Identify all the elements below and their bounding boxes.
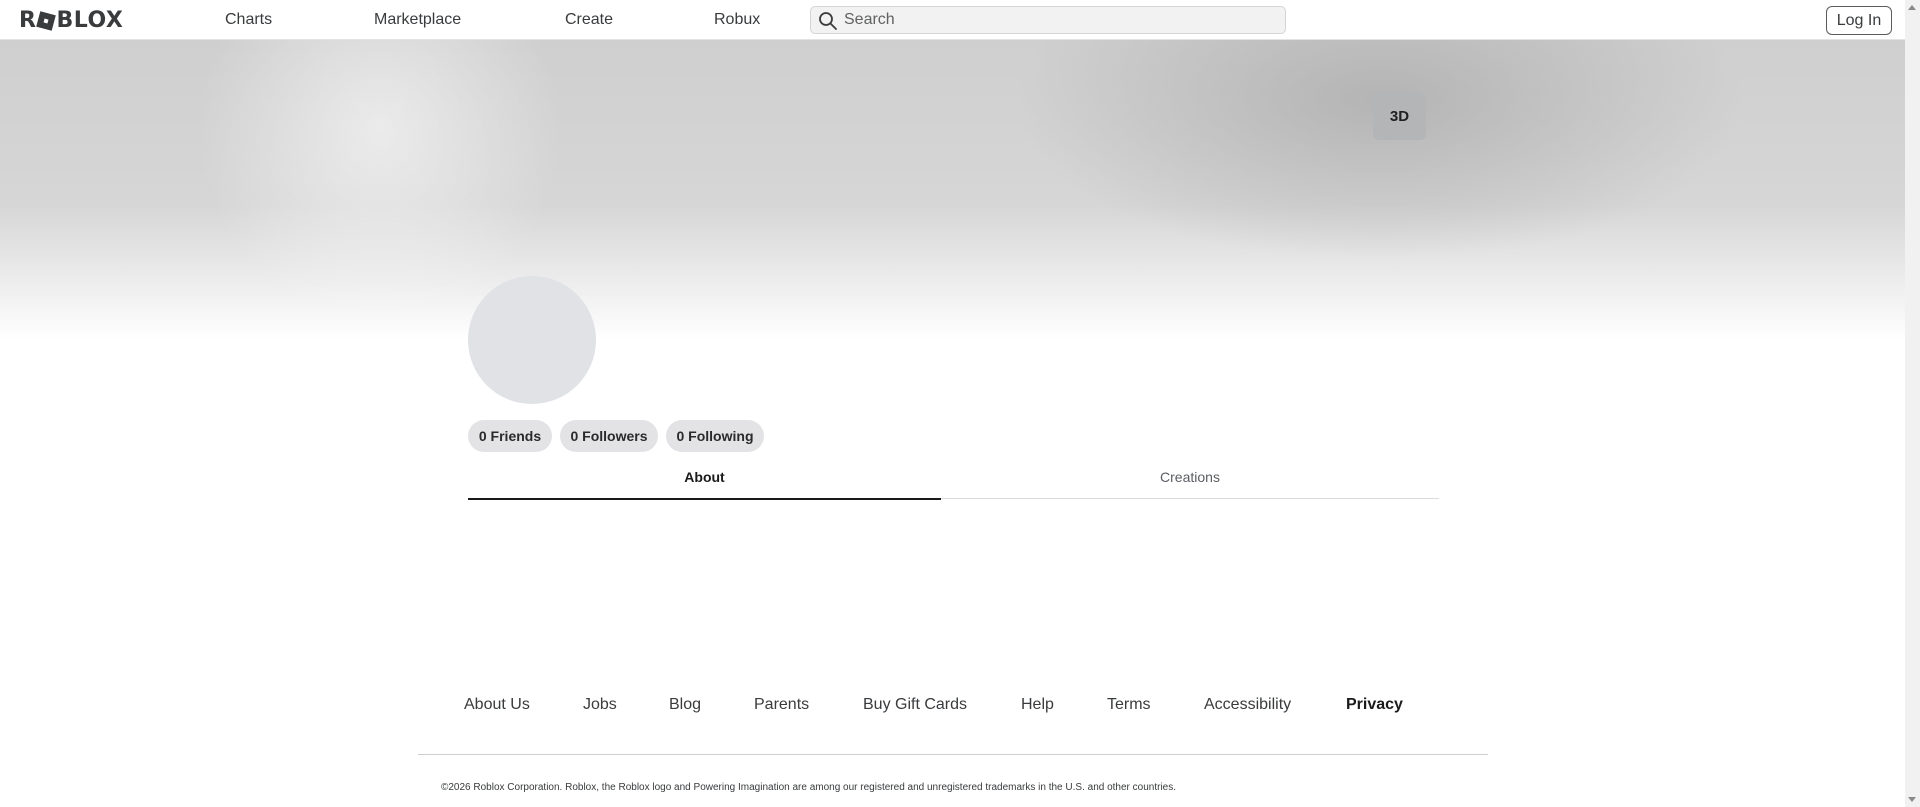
page-scrollbar[interactable]	[1905, 0, 1920, 807]
view-3d-button[interactable]: 3D	[1373, 92, 1426, 140]
following-count-pill[interactable]: 0 Following	[666, 420, 764, 452]
search-box[interactable]	[810, 6, 1286, 34]
footer-link-gift-cards[interactable]: Buy Gift Cards	[863, 696, 967, 714]
avatar	[468, 276, 596, 404]
footer-divider	[418, 754, 1488, 755]
tab-about[interactable]: About	[468, 455, 941, 500]
tab-creations[interactable]: Creations	[941, 455, 1439, 499]
search-icon[interactable]	[818, 11, 838, 31]
footer-link-accessibility[interactable]: Accessibility	[1204, 696, 1291, 714]
logo-o-glyph	[36, 10, 57, 31]
top-nav-bar: R BLOX Charts Marketplace Create Robux Lo…	[0, 0, 1905, 40]
footer-link-blog[interactable]: Blog	[669, 696, 701, 714]
login-button[interactable]: Log In	[1826, 6, 1892, 35]
roblox-logo[interactable]: R BLOX	[19, 8, 123, 33]
friends-count-pill[interactable]: 0 Friends	[468, 420, 552, 452]
scroll-down-arrow-icon[interactable]	[1908, 797, 1916, 802]
footer-link-about-us[interactable]: About Us	[464, 696, 530, 714]
nav-create-link[interactable]: Create	[565, 11, 613, 29]
profile-tabs: About Creations	[468, 455, 1439, 500]
followers-count-pill[interactable]: 0 Followers	[560, 420, 658, 452]
nav-charts-link[interactable]: Charts	[225, 11, 272, 29]
search-input[interactable]	[844, 9, 1274, 31]
footer-link-terms[interactable]: Terms	[1107, 696, 1151, 714]
scroll-up-arrow-icon[interactable]	[1908, 5, 1916, 10]
footer-link-help[interactable]: Help	[1021, 696, 1054, 714]
footer-links: About Us Jobs Blog Parents Buy Gift Card…	[0, 696, 1905, 720]
profile-banner: 3D	[0, 40, 1905, 340]
footer-link-parents[interactable]: Parents	[754, 696, 809, 714]
footer-link-privacy[interactable]: Privacy	[1346, 696, 1403, 714]
logo-r: R	[19, 8, 37, 33]
footer-link-jobs[interactable]: Jobs	[583, 696, 617, 714]
nav-marketplace-link[interactable]: Marketplace	[374, 11, 461, 29]
logo-blox: BLOX	[56, 8, 124, 33]
copyright-text: ©2026 Roblox Corporation. Roblox, the Ro…	[441, 782, 1177, 793]
nav-robux-link[interactable]: Robux	[714, 11, 760, 29]
